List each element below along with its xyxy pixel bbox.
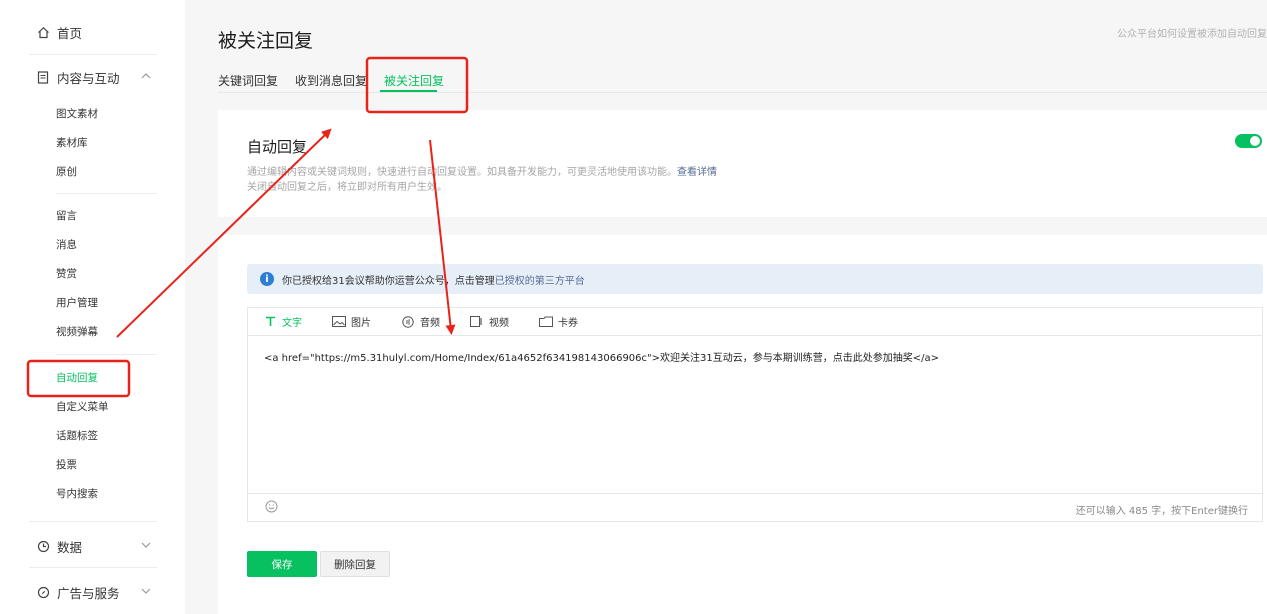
type-tab-audio[interactable]: 音频 [401, 314, 440, 329]
delete-reply-button[interactable]: 删除回复 [320, 551, 390, 577]
auto-reply-description: 通过编辑内容或关键词规则，快速进行自动回复设置。如具备开发能力，可更灵活地使用该… [247, 165, 717, 195]
sidebar-item-search[interactable]: 号内搜索 [56, 486, 98, 502]
details-link[interactable]: 查看详情 [677, 167, 717, 178]
sidebar-item-label: 内容与互动 [57, 70, 120, 86]
tab-follow-reply[interactable]: 被关注回复 [384, 72, 444, 92]
video-icon [470, 316, 484, 328]
auto-reply-toggle[interactable] [1235, 134, 1262, 148]
sidebar-item-label: 广告与服务 [57, 585, 120, 601]
info-icon: i [260, 272, 274, 286]
third-party-link[interactable]: 已授权的第三方平台 [495, 272, 585, 287]
type-tab-label: 卡券 [558, 318, 578, 329]
sidebar-item-label: 数据 [57, 539, 83, 555]
sidebar-group-content[interactable]: 内容与互动 [36, 67, 166, 87]
home-icon [36, 25, 50, 39]
help-link[interactable]: 公众平台如何设置被添加自动回复 [1117, 25, 1267, 40]
sidebar-group-data[interactable]: 数据 [36, 536, 166, 556]
reply-tabs: 关键词回复 收到消息回复 被关注回复 [218, 72, 461, 92]
description-line2: 关闭自动回复之后，将立即对所有用户生效。 [247, 182, 447, 193]
type-tab-video[interactable]: 视频 [470, 314, 509, 329]
toggle-knob [1250, 136, 1260, 146]
reply-editor-card: i 你已授权给31会议帮助你运营公众号，点击管理已授权的第三方平台 文字 图片 [218, 235, 1267, 614]
sidebar-item-original[interactable]: 原创 [56, 164, 77, 180]
type-tab-card[interactable]: 卡券 [539, 314, 578, 329]
main-content: 被关注回复 公众平台如何设置被添加自动回复 关键词回复 收到消息回复 被关注回复… [185, 0, 1267, 614]
sidebar-item-home[interactable]: 首页 [36, 22, 82, 42]
type-tab-label: 图片 [351, 318, 371, 329]
image-icon [332, 316, 346, 328]
tab-keyword-reply[interactable]: 关键词回复 [218, 72, 278, 92]
notice-text: 你已授权给31会议帮助你运营公众号，点击管理 [282, 275, 495, 287]
sidebar-item-vote[interactable]: 投票 [56, 457, 77, 473]
auto-reply-card: 自动回复 通过编辑内容或关键词规则，快速进行自动回复设置。如具备开发能力，可更灵… [218, 110, 1267, 217]
sidebar-item-auto-reply[interactable]: 自动回复 [56, 370, 98, 386]
sidebar-item-danmaku[interactable]: 视频弹幕 [56, 324, 98, 340]
chevron-down-icon [140, 539, 154, 553]
sidebar-group-ads[interactable]: 广告与服务 [36, 582, 166, 602]
auto-reply-title: 自动回复 [247, 138, 308, 156]
tab-message-reply[interactable]: 收到消息回复 [295, 72, 367, 92]
type-tab-label: 音频 [420, 318, 440, 329]
sidebar-divider [29, 567, 157, 568]
sidebar-item-topic-tags[interactable]: 话题标签 [56, 428, 98, 444]
document-icon [36, 70, 50, 84]
text-icon [263, 316, 277, 328]
type-tab-image[interactable]: 图片 [332, 314, 371, 329]
sidebar: 首页 内容与互动 图文素材 素材库 原创 留言 消息 赞赏 用户管理 视频弹幕 … [0, 0, 185, 614]
chevron-up-icon [140, 70, 154, 84]
sidebar-item-articles[interactable]: 图文素材 [56, 106, 98, 122]
description-line1: 通过编辑内容或关键词规则，快速进行自动回复设置。如具备开发能力，可更灵活地使用该… [247, 167, 677, 178]
card-icon [539, 316, 553, 328]
sidebar-divider [29, 54, 157, 55]
emoji-icon[interactable] [265, 498, 278, 513]
authorization-notice: i 你已授权给31会议帮助你运营公众号，点击管理 已授权的第三方平台 [247, 264, 1263, 294]
compass-icon [36, 585, 50, 599]
reply-content-textarea[interactable]: <a href="https://m5.31hulyl.com/Home/Ind… [264, 349, 939, 364]
sidebar-divider [56, 193, 157, 194]
sidebar-divider [29, 521, 157, 522]
sidebar-item-custom-menu[interactable]: 自定义菜单 [56, 399, 109, 415]
chevron-down-icon [140, 585, 154, 599]
tab-divider [218, 92, 1267, 93]
page-title: 被关注回复 [218, 30, 314, 52]
sidebar-item-messages[interactable]: 消息 [56, 237, 77, 253]
type-tab-label: 文字 [282, 318, 302, 329]
sidebar-divider [56, 354, 157, 355]
sidebar-item-comments[interactable]: 留言 [56, 208, 77, 224]
sidebar-item-rewards[interactable]: 赞赏 [56, 266, 77, 282]
sidebar-item-library[interactable]: 素材库 [56, 135, 88, 151]
editor-footer: 还可以输入 485 字，按下Enter键换行 [248, 493, 1262, 521]
active-tab-indicator [380, 90, 437, 92]
sidebar-item-label: 首页 [57, 25, 83, 41]
type-tab-label: 视频 [489, 318, 509, 329]
audio-icon [401, 315, 415, 328]
char-counter: 还可以输入 485 字，按下Enter键换行 [1075, 506, 1248, 517]
chart-clock-icon [36, 539, 50, 553]
sidebar-item-users[interactable]: 用户管理 [56, 295, 98, 311]
message-type-tabs: 文字 图片 音频 视频 卡券 [248, 308, 1262, 336]
reply-editor: 文字 图片 音频 视频 卡券 <a href="https://m5.31hul… [247, 307, 1263, 522]
save-button[interactable]: 保存 [247, 551, 317, 577]
type-tab-text[interactable]: 文字 [263, 314, 302, 329]
